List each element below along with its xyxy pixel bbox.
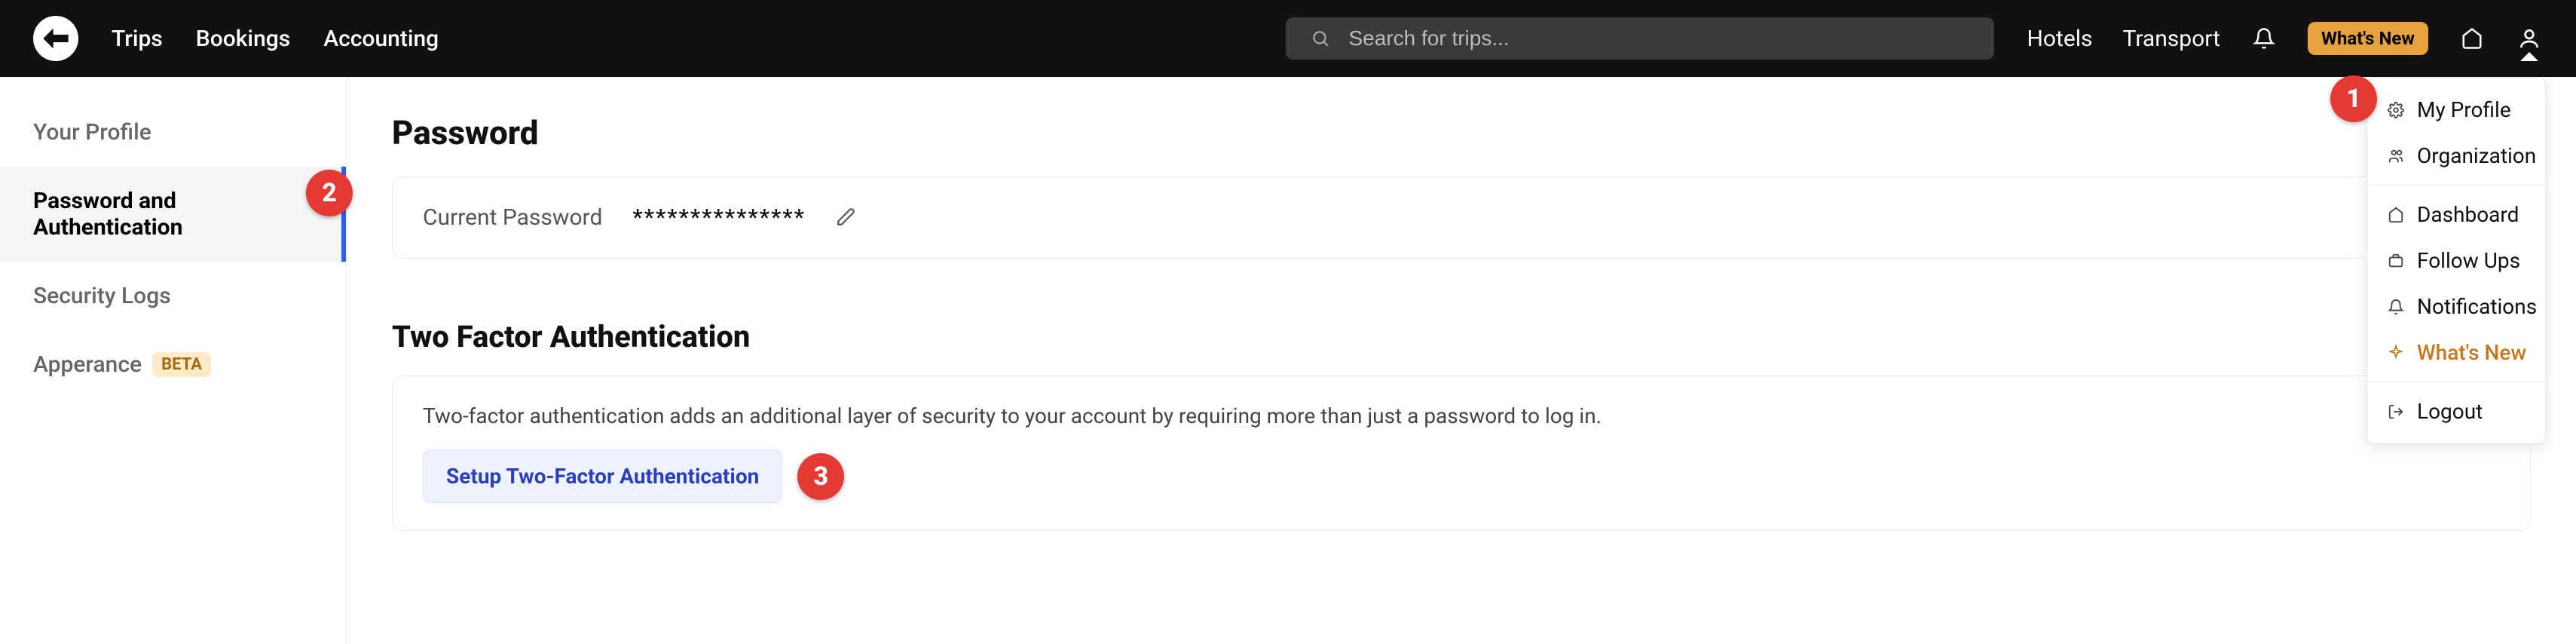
tfa-title: Two Factor Authentication — [392, 319, 2531, 354]
beta-badge: BETA — [152, 352, 211, 377]
sidebar-item-label: Your Profile — [33, 119, 151, 146]
dropdown-separator — [2367, 185, 2545, 186]
dd-label: What's New — [2417, 340, 2526, 365]
tfa-description: Two-factor authentication adds an additi… — [423, 403, 2500, 428]
search-input[interactable] — [1349, 26, 1973, 51]
dd-logout[interactable]: Logout — [2367, 388, 2545, 434]
current-password-value: *************** — [632, 204, 806, 231]
password-card: Current Password *************** — [392, 176, 2531, 259]
annotation-2: 2 — [306, 170, 353, 216]
sidebar: Your Profile Password and Authentication… — [0, 77, 347, 644]
tfa-card: Two-factor authentication adds an additi… — [392, 376, 2531, 531]
topbar: Trips Bookings Accounting Hotels Transpo… — [0, 0, 2576, 77]
nav-trips[interactable]: Trips — [112, 26, 163, 52]
sidebar-item-label: Apperance — [33, 351, 142, 378]
dd-notifications[interactable]: Notifications — [2367, 284, 2545, 330]
dd-label: Organization — [2417, 143, 2536, 168]
setup-tfa-button[interactable]: Setup Two-Factor Authentication — [423, 449, 782, 503]
dd-label: My Profile — [2417, 97, 2511, 122]
dd-label: Follow Ups — [2417, 248, 2520, 273]
nav-bookings[interactable]: Bookings — [196, 26, 290, 52]
edit-password-button[interactable] — [836, 207, 857, 228]
dd-label: Logout — [2417, 399, 2483, 424]
sidebar-item-profile[interactable]: Your Profile — [0, 98, 346, 167]
dd-my-profile[interactable]: My Profile — [2367, 87, 2545, 133]
annotation-1: 1 — [2330, 75, 2377, 122]
home-icon — [2385, 204, 2406, 225]
sparkle-icon — [2385, 342, 2406, 363]
gear-icon — [2385, 100, 2406, 121]
bell-icon — [2385, 296, 2406, 317]
logout-icon — [2385, 401, 2406, 422]
sidebar-item-appearance[interactable]: Apperance BETA — [0, 330, 346, 399]
dd-whats-new[interactable]: What's New — [2367, 330, 2545, 376]
sidebar-item-label: Security Logs — [33, 283, 171, 309]
app-logo[interactable] — [33, 16, 78, 61]
right-nav: Hotels Transport What's New — [2027, 22, 2544, 55]
search-box[interactable] — [1286, 17, 1994, 60]
nav-transport[interactable]: Transport — [2123, 26, 2220, 52]
page-title: Password — [392, 113, 539, 152]
user-dropdown: My Profile Organization Dashboard Follow… — [2366, 77, 2546, 444]
dd-dashboard[interactable]: Dashboard — [2367, 192, 2545, 238]
menu-caret-icon — [2520, 52, 2538, 61]
whats-new-pill[interactable]: What's New — [2308, 22, 2428, 55]
briefcase-icon — [2385, 250, 2406, 271]
bell-icon[interactable] — [2250, 25, 2278, 52]
user-menu-button[interactable] — [2516, 25, 2543, 52]
dd-follow-ups[interactable]: Follow Ups — [2367, 238, 2545, 284]
org-icon — [2385, 146, 2406, 167]
home-icon[interactable] — [2458, 25, 2486, 52]
sidebar-item-security-logs[interactable]: Security Logs — [0, 262, 346, 330]
annotation-3: 3 — [797, 453, 844, 500]
dd-label: Notifications — [2417, 294, 2537, 319]
current-password-label: Current Password — [423, 204, 602, 231]
sidebar-item-password-auth[interactable]: Password and Authentication — [0, 167, 346, 262]
sidebar-item-label: Password and Authentication — [33, 188, 308, 241]
primary-nav: Trips Bookings Accounting — [112, 26, 439, 52]
nav-hotels[interactable]: Hotels — [2027, 26, 2093, 52]
main-content: Password ✓ Passw Current Password ******… — [347, 77, 2576, 644]
search-icon — [1307, 25, 1334, 52]
dd-label: Dashboard — [2417, 202, 2519, 227]
dd-organization[interactable]: Organization — [2367, 133, 2545, 179]
nav-accounting[interactable]: Accounting — [323, 26, 439, 52]
